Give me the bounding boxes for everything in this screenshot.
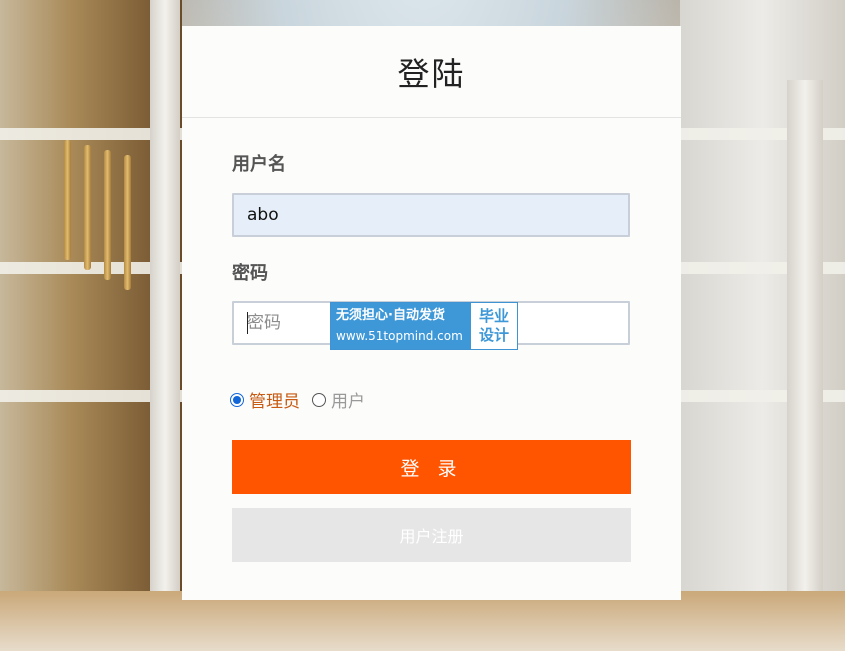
- background-rib: [104, 150, 111, 280]
- watermark-side: 毕业 设计: [471, 303, 517, 349]
- background-rib: [64, 140, 71, 260]
- login-card-header: 登陆: [182, 26, 681, 118]
- watermark-badge-line2: 设计: [478, 326, 509, 344]
- watermark-text: 无须担心·自动发货 www.51topmind.com: [331, 303, 471, 349]
- username-field[interactable]: [232, 193, 630, 237]
- radio-admin[interactable]: [230, 392, 244, 407]
- role-option-user[interactable]: 用户: [312, 387, 365, 412]
- register-button[interactable]: 用户注册: [232, 508, 631, 562]
- role-selector: 管理员 用户: [230, 387, 365, 412]
- watermark-badge: 无须担心·自动发货 www.51topmind.com 毕业 设计: [330, 302, 518, 350]
- background-rib: [124, 155, 131, 290]
- watermark-badge-line1: 毕业: [478, 307, 509, 325]
- role-label-admin: 管理员: [249, 392, 300, 412]
- username-label: 用户名: [232, 154, 286, 175]
- watermark-line1: 无须担心·自动发货: [336, 308, 445, 323]
- background-rib: [84, 145, 91, 270]
- watermark-url: www.51topmind.com: [336, 329, 463, 343]
- text-caret: [247, 312, 248, 334]
- password-label: 密码: [232, 263, 268, 284]
- background-floor: [0, 591, 845, 651]
- role-option-admin[interactable]: 管理员: [230, 387, 312, 412]
- login-button[interactable]: 登 录: [232, 440, 631, 494]
- background-pillar: [787, 80, 823, 600]
- radio-user[interactable]: [312, 392, 326, 407]
- page-title: 登陆: [397, 54, 466, 93]
- role-label-user: 用户: [331, 392, 365, 412]
- background-pillar: [150, 0, 180, 651]
- login-card: 登陆 用户名 密码 无须担心·自动发货 www.51topmind.com 毕业…: [182, 26, 681, 600]
